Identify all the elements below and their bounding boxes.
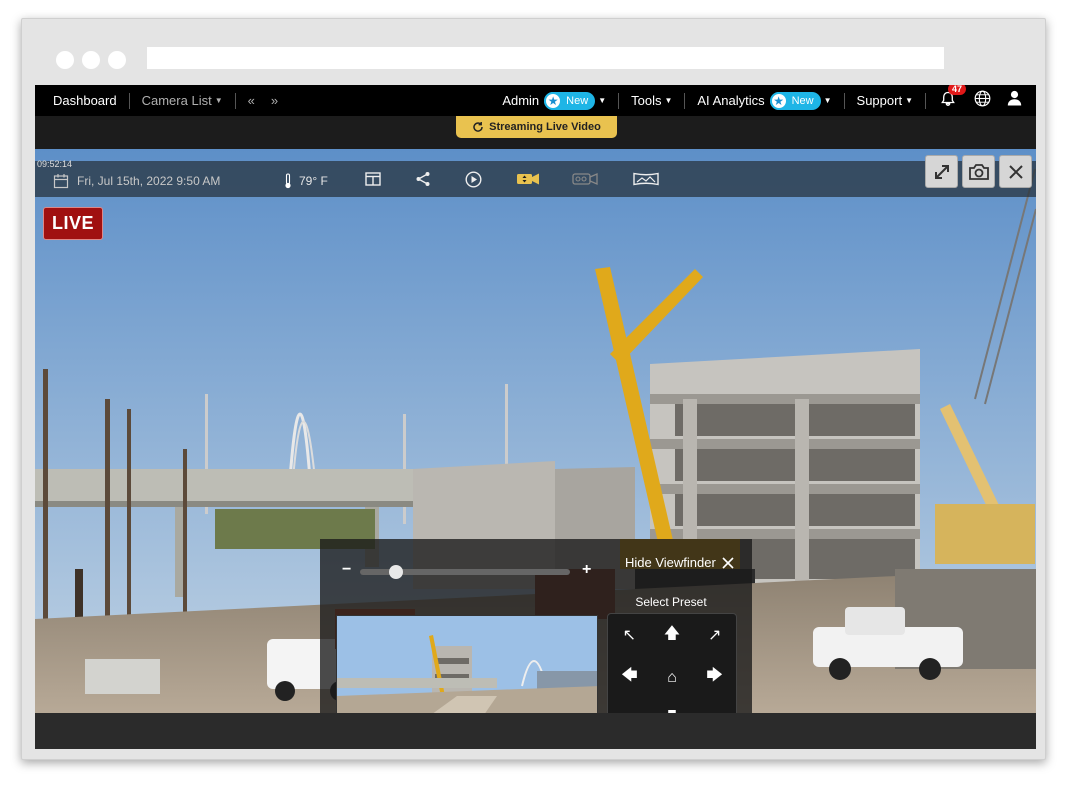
video-bottom-strip [35,713,1036,749]
browser-window: Dashboard Camera List ▼ « » Admin ★ New ▼ … [21,18,1046,760]
snapshot-button[interactable] [962,155,995,188]
nav-admin[interactable]: Admin ★ New ▼ [494,85,614,116]
notification-count-badge: 47 [948,85,967,95]
refresh-icon [473,122,483,132]
calendar-icon [53,174,69,189]
date-label: Fri, Jul 15th, 2022 9:50 AM [77,174,221,188]
expand-icon [934,164,949,179]
nav-separator [925,92,926,109]
nav-camera-list-label: Camera List [141,93,212,108]
zoom-slider[interactable] [360,565,570,579]
nav-separator [618,92,620,109]
nav-separator [234,92,236,109]
status-bar: Streaming Live Video [35,116,1036,149]
live-badge: LIVE [43,207,104,240]
window-dot-close[interactable] [56,51,74,69]
close-icon [1008,164,1023,179]
window-controls [56,51,126,69]
nav-separator [843,92,845,109]
nav-separator [684,92,686,109]
live-video-feed[interactable]: 09:52:14 Fri, Jul 15th, 2022 9:50 AM 79°… [35,149,1036,749]
language-button[interactable] [966,90,999,112]
select-preset-label[interactable]: Select Preset [596,595,746,609]
ptz-control-button[interactable] [515,170,541,188]
caret-down-icon: ▼ [214,96,223,105]
globe-icon [974,90,991,106]
play-circle-icon [464,170,482,188]
new-badge-label: New [566,94,589,107]
panorama-button[interactable] [632,170,660,188]
user-menu-button[interactable] [999,90,1036,111]
streaming-status: Streaming Live Video [456,116,617,138]
nav-camera-list[interactable]: Camera List ▼ [134,85,231,116]
nav-separator [128,92,130,109]
nav-tools[interactable]: Tools ▼ [623,85,680,116]
video-camera-icon [572,173,598,185]
pan-left-button[interactable]: 🡄 [608,657,651,700]
nav-ai-analytics[interactable]: AI Analytics ★ New ▼ [689,85,839,116]
user-icon [1007,90,1022,106]
ptz-camera-icon [517,173,539,185]
nav-admin-label: Admin [502,93,540,108]
nav-support-label: Support [856,93,903,108]
pan-right-button[interactable]: 🡆 [693,657,736,700]
notifications-button[interactable]: 47 [930,85,967,111]
nav-tools-label: Tools [631,93,662,108]
caret-down-icon: ▼ [823,96,832,105]
hide-viewfinder-label: Hide Viewfinder [625,555,716,570]
nav-ai-analytics-label: AI Analytics [697,93,765,108]
temperature-label: 79° F [299,174,328,188]
star-icon: ★ [544,91,563,110]
temperature-readout: 79° F [283,173,328,189]
new-badge: ★ New [544,91,596,110]
split-view-button[interactable] [363,170,383,188]
window-dot-maximize[interactable] [108,51,126,69]
pan-up-right-button[interactable]: ↗ [693,614,736,657]
close-icon [722,556,734,569]
panorama-icon [633,172,659,186]
split-view-icon [365,172,381,186]
top-navigation: Dashboard Camera List ▼ « » Admin ★ New ▼ … [35,85,1036,116]
video-clock: 09:52:14 [37,159,73,169]
date-picker[interactable]: Fri, Jul 15th, 2022 9:50 AM [53,173,220,189]
zoom-in-button[interactable]: + [582,561,591,579]
nav-right-group: Admin ★ New ▼ Tools ▼ AI Analytics ★ New ▼ … [494,85,1036,116]
zoom-out-button[interactable]: − [342,561,351,579]
hide-viewfinder-button[interactable]: Hide Viewfinder [625,555,734,570]
nav-dashboard[interactable]: Dashboard [45,85,125,116]
nav-support[interactable]: Support ▼ [849,85,921,116]
home-button[interactable]: ⌂ [651,657,694,700]
pan-up-left-button[interactable]: ↖ [608,614,651,657]
pan-up-button[interactable]: 🡅 [651,614,694,657]
streaming-label: Streaming Live Video [489,121,601,133]
play-button[interactable] [463,170,483,188]
video-actions [925,155,1032,188]
window-dot-minimize[interactable] [82,51,100,69]
camera-icon [968,163,989,180]
new-badge: ★ New [769,91,821,110]
nav-next-camera[interactable]: » [263,85,286,116]
zoom-slider-handle[interactable] [389,565,403,579]
close-video-button[interactable] [999,155,1032,188]
thermometer-icon [285,173,291,189]
caret-down-icon: ▼ [664,96,673,105]
fullscreen-button[interactable] [925,155,958,188]
share-button[interactable] [413,170,433,188]
new-badge-label: New [791,94,814,107]
nav-prev-camera[interactable]: « [240,85,263,116]
caret-down-icon: ▼ [598,96,607,105]
star-icon: ★ [769,91,788,110]
caret-down-icon: ▼ [905,96,913,105]
address-bar[interactable] [147,47,944,69]
share-icon [416,172,430,186]
video-toolbar: 09:52:14 Fri, Jul 15th, 2022 9:50 AM 79°… [35,155,1036,197]
camera-app: Dashboard Camera List ▼ « » Admin ★ New ▼ … [35,85,1036,749]
timelapse-button[interactable] [571,170,599,188]
